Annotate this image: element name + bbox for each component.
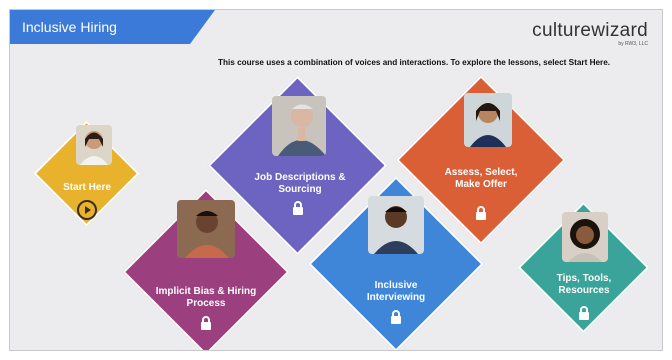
lock-icon	[199, 315, 213, 336]
lock-icon	[389, 309, 403, 330]
instructions-text: This course uses a combination of voices…	[218, 58, 611, 67]
inclusive-interviewing-tile[interactable]: Inclusive Interviewing	[308, 176, 484, 350]
assess-select-photo	[464, 93, 512, 147]
tips-tools-label: Tips, Tools, Resources	[556, 273, 612, 296]
inclusive-interviewing-label: Inclusive Interviewing	[366, 280, 426, 303]
brand-logo: culturewizard by RW3, LLC	[532, 20, 648, 47]
play-circle-icon[interactable]	[76, 199, 98, 226]
course-screen: Inclusive Hiring culturewizard by RW3, L…	[0, 0, 672, 360]
job-descriptions-photo	[272, 96, 326, 156]
course-title-tab: Inclusive Hiring	[10, 10, 215, 44]
implicit-bias-tile[interactable]: Implicit Bias & Hiring Process	[122, 188, 290, 350]
tips-tools-tile[interactable]: Tips, Tools, Resources	[517, 201, 650, 334]
lock-icon	[577, 305, 591, 326]
start-here-photo	[76, 125, 112, 165]
lock-icon	[291, 200, 305, 221]
implicit-bias-label: Implicit Bias & Hiring Process	[155, 286, 257, 309]
brand-name: culturewizard	[532, 20, 648, 41]
tips-tools-photo	[562, 212, 608, 262]
course-title: Inclusive Hiring	[22, 19, 117, 35]
implicit-bias-photo	[177, 200, 235, 258]
inclusive-interviewing-photo	[368, 196, 424, 254]
course-frame: Inclusive Hiring culturewizard by RW3, L…	[9, 9, 663, 351]
